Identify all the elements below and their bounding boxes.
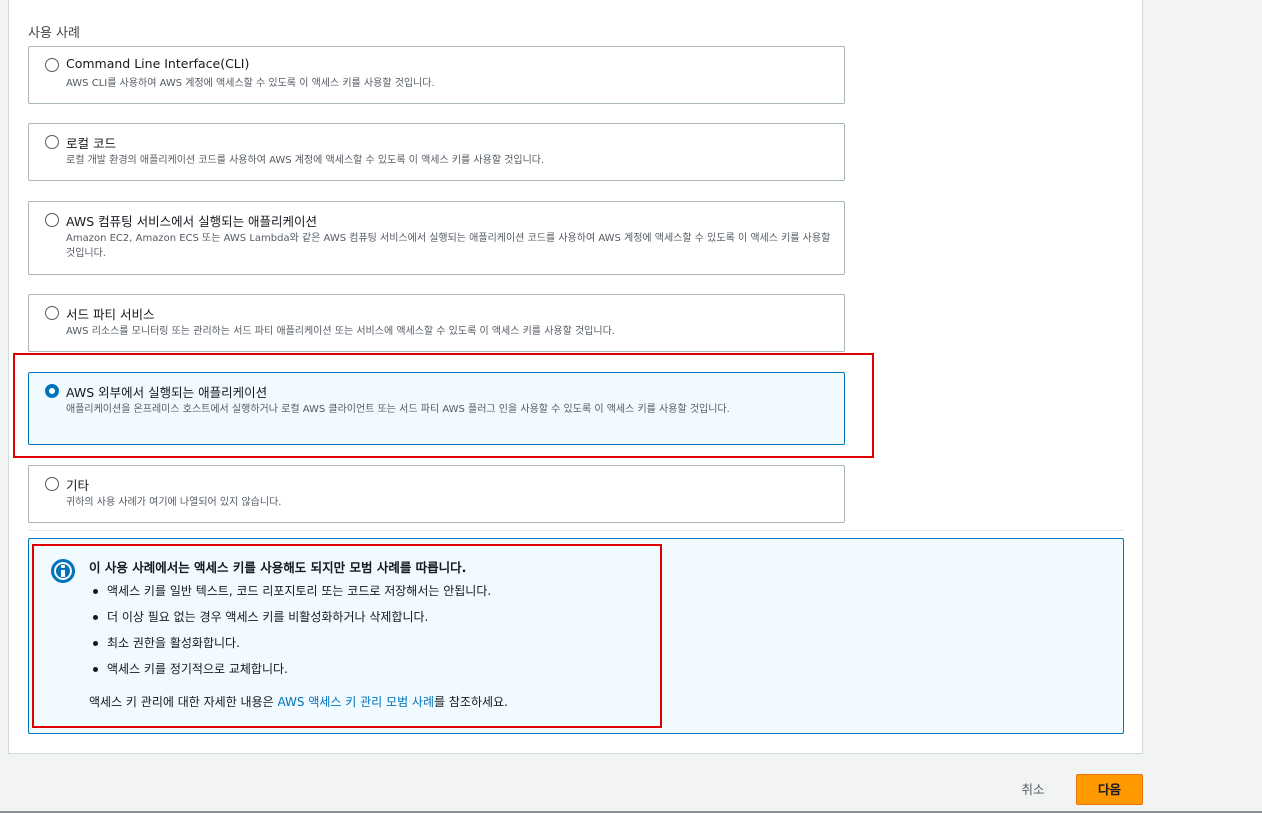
- list-item: 액세스 키를 정기적으로 교체합니다.: [89, 660, 491, 686]
- option-outside-aws[interactable]: AWS 외부에서 실행되는 애플리케이션 애플리케이션을 온프레미스 호스트에서…: [28, 372, 845, 445]
- option-outside-aws-desc: 애플리케이션을 온프레미스 호스트에서 실행하거나 로컬 AWS 클라이언트 또…: [66, 404, 730, 415]
- radio-local-code[interactable]: [45, 135, 59, 149]
- option-outside-aws-title: AWS 외부에서 실행되는 애플리케이션: [66, 385, 268, 400]
- list-item: 액세스 키를 일반 텍스트, 코드 리포지토리 또는 코드로 저장해서는 안됩니…: [89, 582, 491, 608]
- option-local-code-title: 로컬 코드: [66, 136, 116, 151]
- list-item: 더 이상 필요 없는 경우 액세스 키를 비활성화하거나 삭제합니다.: [89, 608, 491, 634]
- option-cli[interactable]: Command Line Interface(CLI) AWS CLI를 사용하…: [28, 46, 845, 104]
- option-third-party[interactable]: 서드 파티 서비스 AWS 리소스를 모니터링 또는 관리하는 서드 파티 애플…: [28, 294, 845, 352]
- footer-suffix: 를 참조하세요.: [434, 695, 508, 709]
- footer-prefix: 액세스 키 관리에 대한 자세한 내용은: [89, 695, 278, 709]
- next-button[interactable]: 다음: [1076, 774, 1143, 805]
- best-practices-link[interactable]: AWS 액세스 키 관리 모범 사례: [278, 695, 435, 709]
- option-cli-desc: AWS CLI를 사용하여 AWS 계정에 액세스할 수 있도록 이 액세스 키…: [66, 78, 435, 89]
- info-icon: [51, 559, 75, 583]
- option-local-code-desc: 로컬 개발 환경의 애플리케이션 코드를 사용하여 AWS 계정에 액세스할 수…: [66, 155, 545, 166]
- radio-aws-compute[interactable]: [45, 213, 59, 227]
- option-aws-compute[interactable]: AWS 컴퓨팅 서비스에서 실행되는 애플리케이션 Amazon EC2, Am…: [28, 201, 845, 275]
- alert-title: 이 사용 사례에서는 액세스 키를 사용해도 되지만 모범 사례를 따릅니다.: [89, 560, 467, 575]
- option-third-party-title: 서드 파티 서비스: [66, 307, 155, 322]
- radio-third-party[interactable]: [45, 306, 59, 320]
- list-item: 최소 권한을 활성화합니다.: [89, 634, 491, 660]
- best-practice-list: 액세스 키를 일반 텍스트, 코드 리포지토리 또는 코드로 저장해서는 안됩니…: [89, 582, 491, 686]
- option-other[interactable]: 기타 귀하의 사용 사례가 여기에 나열되어 있지 않습니다.: [28, 465, 845, 523]
- radio-outside-aws[interactable]: [45, 384, 59, 398]
- radio-other[interactable]: [45, 477, 59, 491]
- alert-footer: 액세스 키 관리에 대한 자세한 내용은 AWS 액세스 키 관리 모범 사례를…: [89, 693, 508, 710]
- option-other-desc: 귀하의 사용 사례가 여기에 나열되어 있지 않습니다.: [66, 497, 282, 508]
- option-cli-title: Command Line Interface(CLI): [66, 56, 250, 71]
- option-other-title: 기타: [66, 478, 90, 493]
- cancel-button[interactable]: 취소: [1008, 777, 1058, 803]
- use-case-section-label: 사용 사례: [28, 26, 80, 41]
- best-practice-alert: 이 사용 사례에서는 액세스 키를 사용해도 되지만 모범 사례를 따릅니다. …: [28, 538, 1124, 734]
- option-local-code[interactable]: 로컬 코드 로컬 개발 환경의 애플리케이션 코드를 사용하여 AWS 계정에 …: [28, 123, 845, 181]
- option-aws-compute-title: AWS 컴퓨팅 서비스에서 실행되는 애플리케이션: [66, 214, 318, 229]
- option-aws-compute-desc: Amazon EC2, Amazon ECS 또는 AWS Lambda와 같은…: [66, 233, 831, 259]
- radio-cli[interactable]: [45, 58, 59, 72]
- option-third-party-desc: AWS 리소스를 모니터링 또는 관리하는 서드 파티 애플리케이션 또는 서비…: [66, 326, 615, 337]
- section-divider: [28, 530, 1124, 531]
